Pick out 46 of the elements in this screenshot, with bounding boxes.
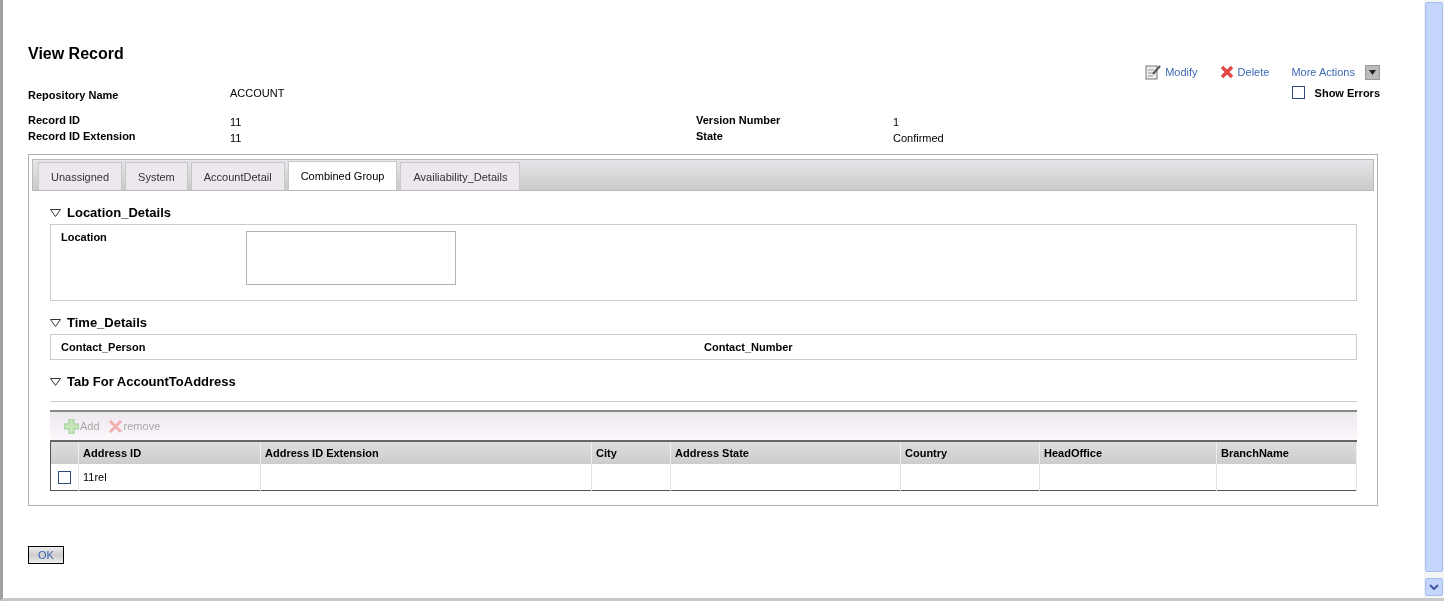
field-label: Location <box>61 231 108 245</box>
more-actions-dropdown[interactable]: More Actions <box>1291 64 1380 80</box>
table-cell: 11rel <box>83 471 107 483</box>
tab[interactable]: Unassigned <box>38 162 123 190</box>
chevron-down-icon <box>1429 584 1439 590</box>
section-title: Location_Details <box>67 205 172 220</box>
collapse-triangle-icon[interactable] <box>50 208 61 217</box>
section-title: Tab For AccountToAddress <box>67 374 236 389</box>
section-title: Time_Details <box>67 315 147 330</box>
collapse-triangle-icon[interactable] <box>50 318 61 327</box>
column-header: City <box>591 441 671 464</box>
field-value: 1 <box>893 116 901 128</box>
field-label: Version Number <box>696 114 782 128</box>
modify-link[interactable]: Modify <box>1145 64 1198 80</box>
column-header: HeadOffice <box>1039 441 1217 464</box>
field-value: 11 <box>230 116 243 128</box>
column-header: Address State <box>670 441 901 464</box>
tab[interactable]: System <box>125 162 188 190</box>
field-value: Confirmed <box>893 132 945 144</box>
plus-icon <box>64 418 79 434</box>
column-header: Address ID <box>78 441 261 464</box>
edit-icon <box>1145 64 1162 80</box>
field-label: Contact_Number <box>704 341 794 353</box>
scrollbar[interactable] <box>1424 0 1444 598</box>
collapse-triangle-icon[interactable] <box>50 377 61 386</box>
field-label: Record ID Extension <box>28 130 137 144</box>
field-value: 11 <box>230 132 243 144</box>
field-label: State <box>696 130 724 144</box>
delete-link[interactable]: Delete <box>1219 65 1270 79</box>
cross-icon <box>107 418 123 434</box>
field-label: Record ID <box>28 114 81 128</box>
row-checkbox[interactable] <box>58 470 71 484</box>
show-errors-label: Show Errors <box>1314 86 1380 99</box>
column-header: Country <box>900 441 1040 464</box>
field-label: Contact_Person <box>61 341 147 353</box>
delete-icon <box>1219 65 1234 79</box>
field-label: Repository Name <box>28 89 120 101</box>
field-value: ACCOUNT <box>230 87 286 101</box>
column-header: BranchName <box>1216 441 1357 464</box>
show-errors-checkbox[interactable] <box>1291 86 1305 99</box>
tab[interactable]: AccountDetail <box>190 162 285 190</box>
column-header: Address ID Extension <box>260 441 592 464</box>
tab[interactable]: Combined Group <box>287 161 398 190</box>
page-title: View Record <box>28 44 124 63</box>
tab[interactable]: Availiability_Details <box>400 162 521 190</box>
ok-button[interactable]: OK <box>28 546 64 564</box>
